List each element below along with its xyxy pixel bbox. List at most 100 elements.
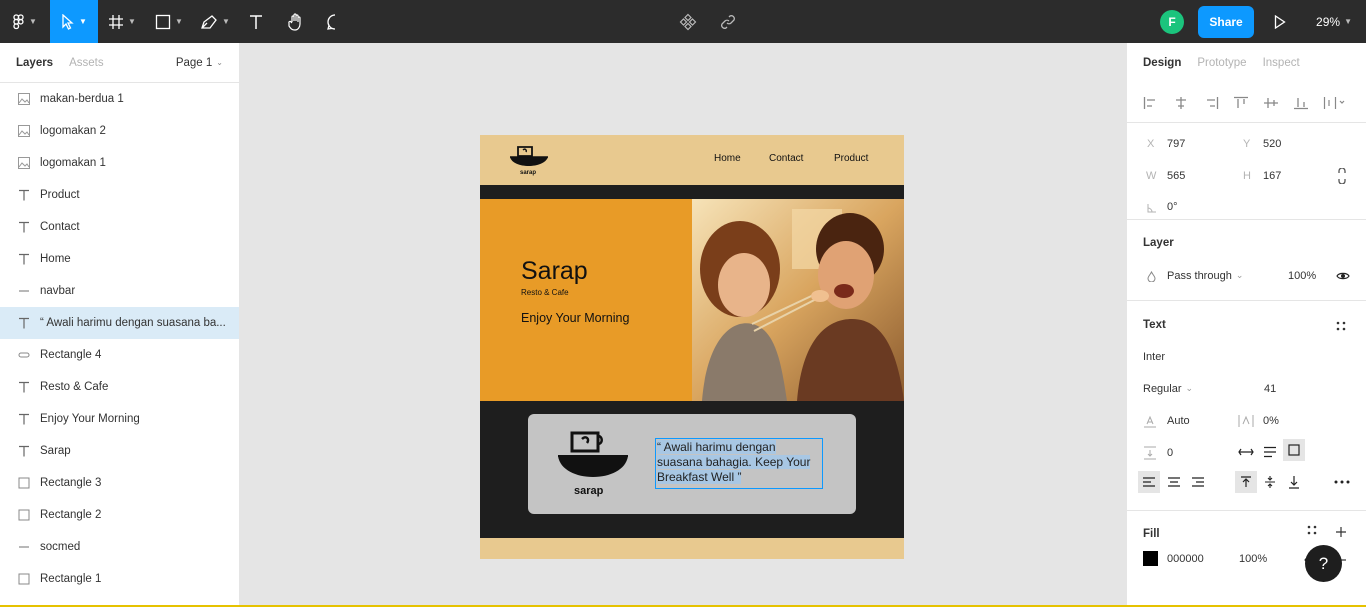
auto-width-icon[interactable]	[1238, 447, 1254, 457]
align-text-top-button[interactable]	[1235, 471, 1257, 493]
design-nav-contact[interactable]: Contact	[769, 153, 803, 164]
present-button[interactable]	[1270, 0, 1290, 43]
auto-height-icon[interactable]	[1263, 446, 1277, 458]
text-align-right-icon[interactable]	[1191, 477, 1205, 487]
image-icon	[18, 125, 30, 137]
share-button[interactable]: Share	[1198, 5, 1255, 38]
fill-hex-input[interactable]: 000000	[1167, 553, 1204, 565]
layer-opacity-input[interactable]: 100%	[1288, 270, 1316, 282]
design-footer[interactable]	[480, 538, 904, 559]
design-quote-text[interactable]: “ Awali harimu dengan suasana bahagia. K…	[655, 438, 823, 489]
layer-row[interactable]: Product	[0, 179, 239, 211]
page-selector[interactable]: Page 1 ⌄	[176, 57, 223, 69]
fill-opacity-input[interactable]: 100%	[1239, 553, 1267, 565]
layer-row[interactable]: Rectangle 4	[0, 339, 239, 371]
text-align-left-icon	[1143, 477, 1155, 487]
shape-tool-button[interactable]: ▼	[146, 0, 192, 43]
tab-assets[interactable]: Assets	[69, 57, 104, 69]
layer-row[interactable]: Rectangle 2	[0, 499, 239, 531]
layer-row[interactable]: Rectangle 1	[0, 563, 239, 595]
move-tool-button[interactable]: ▼	[50, 0, 98, 43]
eye-icon[interactable]	[1336, 271, 1350, 281]
quote-selected-text: “ Awali harimu dengan suasana bahagia. K…	[657, 440, 811, 484]
layer-row[interactable]: navbar	[0, 275, 239, 307]
design-quote-card[interactable]: sarap “ Awali harimu dengan suasana baha…	[528, 414, 856, 514]
text-tool-button[interactable]	[238, 0, 274, 43]
layer-row[interactable]: “ Awali harimu dengan suasana ba...	[0, 307, 239, 339]
layer-row[interactable]: Contact	[0, 211, 239, 243]
comment-tool-button[interactable]	[318, 0, 352, 43]
design-frame[interactable]: sarap Home Contact Product Sarap Resto &…	[480, 135, 904, 559]
help-button[interactable]: ?	[1305, 545, 1342, 582]
fill-styles-grid-icon[interactable]	[1307, 525, 1317, 535]
main-menu-button[interactable]: ▼	[0, 0, 50, 43]
chevron-down-icon: ▼	[222, 17, 230, 26]
tab-design[interactable]: Design	[1143, 57, 1181, 69]
align-top-icon[interactable]	[1233, 96, 1249, 110]
pen-tool-button[interactable]: ▼	[192, 0, 238, 43]
paragraph-spacing-input[interactable]: 0	[1167, 447, 1173, 459]
position-section: X 797 Y 520 W 565 H 167 0°	[1127, 123, 1366, 220]
align-bottom-icon[interactable]	[1293, 96, 1309, 110]
font-family-dropdown[interactable]: Inter	[1143, 351, 1165, 363]
tab-prototype[interactable]: Prototype	[1197, 57, 1246, 69]
fixed-size-toggle[interactable]	[1283, 439, 1305, 461]
design-hero-subtitle[interactable]: Resto & Cafe	[521, 288, 569, 297]
text-align-center-icon[interactable]	[1167, 477, 1181, 487]
align-text-bottom-icon[interactable]	[1288, 475, 1300, 489]
design-nav-home[interactable]: Home	[714, 153, 741, 164]
layer-row[interactable]: Home	[0, 243, 239, 275]
link-button[interactable]	[700, 0, 756, 43]
design-logo-large[interactable]: sarap	[556, 430, 632, 500]
user-avatar[interactable]: F	[1160, 9, 1185, 34]
letter-spacing-input[interactable]: 0%	[1263, 415, 1279, 427]
layer-row[interactable]: logomakan 2	[0, 115, 239, 147]
align-vertical-center-icon[interactable]	[1263, 96, 1279, 110]
design-hero-photo[interactable]	[692, 199, 904, 401]
add-fill-icon[interactable]	[1336, 527, 1346, 537]
width-input[interactable]: 565	[1167, 170, 1185, 182]
canvas[interactable]: sarap Home Contact Product Sarap Resto &…	[241, 43, 1126, 605]
line-height-input[interactable]: Auto	[1167, 415, 1190, 427]
hand-tool-button[interactable]	[274, 0, 318, 43]
design-navbar[interactable]: sarap Home Contact Product	[480, 135, 904, 185]
layer-name: logomakan 1	[40, 157, 106, 169]
design-hero-title[interactable]: Sarap	[521, 257, 588, 286]
align-horizontal-center-icon[interactable]	[1173, 96, 1189, 110]
align-left-icon[interactable]	[1143, 96, 1159, 110]
design-logo-small[interactable]: sarap	[508, 143, 550, 179]
layer-row[interactable]: makan-berdua 1	[0, 83, 239, 115]
layer-row[interactable]: logomakan 1	[0, 147, 239, 179]
zoom-dropdown[interactable]: 29% ▼	[1316, 15, 1352, 29]
design-hero-tagline[interactable]: Enjoy Your Morning	[521, 311, 629, 325]
text-align-left-button[interactable]	[1138, 471, 1160, 493]
align-text-middle-icon[interactable]	[1264, 475, 1276, 489]
x-input[interactable]: 797	[1167, 138, 1185, 150]
layer-row[interactable]: Sarap	[0, 435, 239, 467]
y-input[interactable]: 520	[1263, 138, 1281, 150]
fill-color-swatch[interactable]	[1143, 551, 1158, 566]
constrain-proportions-icon[interactable]	[1337, 168, 1347, 184]
blend-mode-dropdown[interactable]: Pass through ⌄	[1167, 270, 1243, 282]
distribute-icon[interactable]	[1323, 96, 1347, 110]
font-size-input[interactable]: 41	[1264, 383, 1276, 395]
tab-layers[interactable]: Layers	[16, 57, 53, 69]
height-input[interactable]: 167	[1263, 170, 1281, 182]
chevron-down-icon: ⌄	[1185, 383, 1194, 393]
font-style-dropdown[interactable]: Regular ⌄	[1143, 383, 1193, 395]
design-nav-product[interactable]: Product	[834, 153, 868, 164]
more-options-icon[interactable]	[1334, 480, 1350, 484]
layer-row[interactable]: Enjoy Your Morning	[0, 403, 239, 435]
layer-row[interactable]: socmed	[0, 531, 239, 563]
text-styles-grid-icon[interactable]	[1336, 321, 1346, 331]
tab-inspect[interactable]: Inspect	[1263, 57, 1300, 69]
image-icon	[18, 93, 30, 105]
frame-tool-button[interactable]: ▼	[98, 0, 146, 43]
design-hero-panel[interactable]: Sarap Resto & Cafe Enjoy Your Morning	[480, 199, 692, 401]
text-section-title: Text	[1143, 319, 1166, 331]
rotation-input[interactable]: 0°	[1167, 201, 1178, 213]
components-button[interactable]	[676, 0, 700, 43]
align-right-icon[interactable]	[1203, 96, 1219, 110]
layer-row[interactable]: Rectangle 3	[0, 467, 239, 499]
layer-row[interactable]: Resto & Cafe	[0, 371, 239, 403]
